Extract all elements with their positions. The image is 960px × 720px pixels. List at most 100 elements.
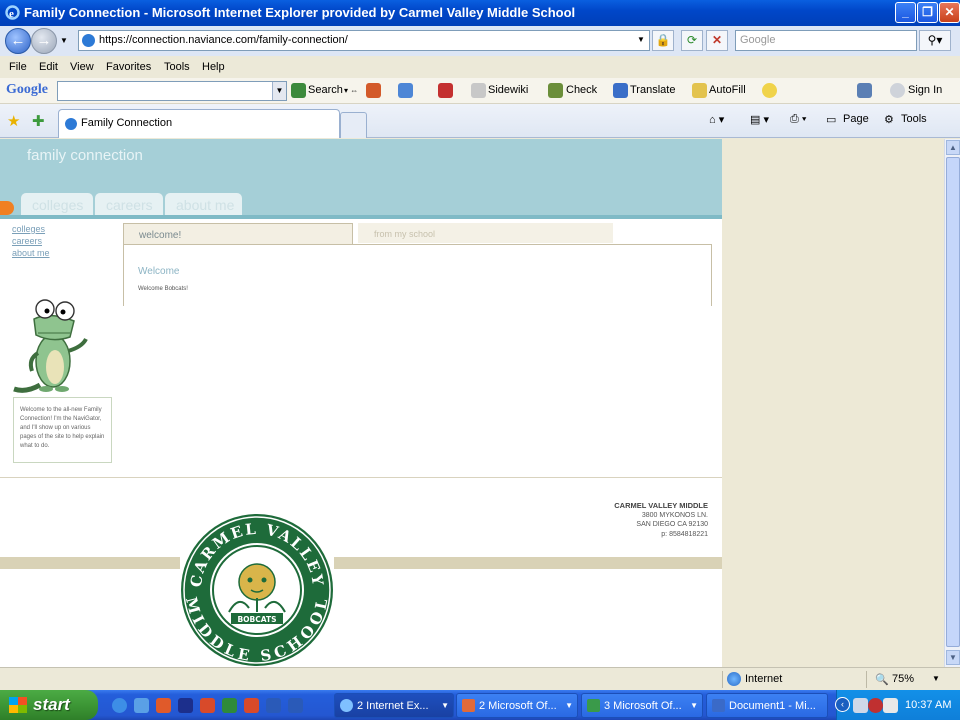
quicklaunch-app3-icon[interactable] xyxy=(200,698,215,713)
feeds-icon[interactable]: ▤ ▾ xyxy=(750,113,769,126)
site-header: family connection colleges careers about… xyxy=(0,139,722,219)
check-button[interactable]: Check xyxy=(566,84,597,96)
page-scrollbar[interactable]: ▲ ▼ xyxy=(944,139,960,667)
status-bar: Internet 🔍 75% ▼ xyxy=(0,667,960,690)
sidewiki-button[interactable]: Sidewiki xyxy=(488,84,528,96)
quicklaunch-powerpoint-icon[interactable] xyxy=(244,698,259,713)
print-icon[interactable]: ⎙ ▾ xyxy=(790,113,806,126)
side-links: colleges careers about me xyxy=(12,223,50,259)
welcome-heading: Welcome xyxy=(138,266,180,277)
side-link-colleges[interactable]: colleges xyxy=(12,223,50,235)
system-tray: ‹ 10:37 AM xyxy=(835,690,960,720)
close-button[interactable]: ✕ xyxy=(939,2,960,23)
school-name: CARMEL VALLEY MIDDLE xyxy=(614,501,708,510)
history-dropdown-icon[interactable]: ▼ xyxy=(60,36,68,45)
tab-welcome[interactable]: welcome! xyxy=(123,223,353,244)
scroll-up-arrow[interactable]: ▲ xyxy=(946,140,960,155)
page-menu[interactable]: Page xyxy=(843,113,869,125)
task-label: Document1 - Mi... xyxy=(729,700,816,712)
task-internet-explorer[interactable]: 2 Internet Ex... ▼ xyxy=(334,693,454,718)
minimize-button[interactable]: _ xyxy=(895,2,916,23)
refresh-icon[interactable]: ⟳ xyxy=(681,30,703,51)
menu-bar: File Edit View Favorites Tools Help xyxy=(0,56,960,78)
tab-family-connection[interactable]: Family Connection xyxy=(58,109,340,138)
quicklaunch-excel-icon[interactable] xyxy=(222,698,237,713)
tray-volume-icon[interactable] xyxy=(883,698,898,713)
tray-expand-icon[interactable]: ‹ xyxy=(835,697,850,712)
tray-security-icon[interactable] xyxy=(868,698,883,713)
school-address: CARMEL VALLEY MIDDLE 3800 MYKONOS LN. SA… xyxy=(560,501,708,539)
zoom-level[interactable]: 75% xyxy=(892,673,914,685)
address-dropdown-icon[interactable]: ▼ xyxy=(632,30,650,51)
address-row: ← → ▼ https://connection.naviance.com/fa… xyxy=(0,26,960,56)
menu-view[interactable]: View xyxy=(70,61,94,73)
quicklaunch-app1-icon[interactable] xyxy=(156,698,171,713)
footer-band-left xyxy=(0,557,180,569)
task-microsoft-office-1[interactable]: 2 Microsoft Of... ▼ xyxy=(456,693,578,718)
forward-button[interactable]: → xyxy=(31,28,57,54)
bookmark-icon[interactable] xyxy=(366,83,381,98)
task-microsoft-office-2[interactable]: 3 Microsoft Of... ▼ xyxy=(581,693,703,718)
quicklaunch-word-icon[interactable] xyxy=(266,698,281,713)
internet-globe-icon xyxy=(727,672,741,686)
google-search-input[interactable] xyxy=(57,81,287,101)
wrench-icon[interactable] xyxy=(857,83,872,98)
stop-icon[interactable]: ✕ xyxy=(706,30,728,51)
orange-side-tab[interactable] xyxy=(0,201,14,215)
zoom-dropdown-icon[interactable]: ▼ xyxy=(932,674,940,683)
popup-blocker-icon[interactable] xyxy=(438,83,453,98)
plus-icon[interactable] xyxy=(398,83,413,98)
home-icon[interactable]: ⌂ ▾ xyxy=(709,113,724,126)
translate-button[interactable]: Translate xyxy=(630,84,675,96)
tab-from-my-school[interactable]: from my school xyxy=(358,223,613,243)
quicklaunch-browser-icon[interactable] xyxy=(134,698,149,713)
maximize-button[interactable]: ❐ xyxy=(917,2,938,23)
search-input[interactable]: Google xyxy=(735,30,917,51)
nav-underline xyxy=(0,215,722,219)
favorites-star-icon[interactable]: ★ xyxy=(7,112,20,130)
quicklaunch-desktop-icon[interactable] xyxy=(288,698,303,713)
scroll-thumb[interactable] xyxy=(946,157,960,647)
svg-text:e: e xyxy=(9,8,14,20)
search-go-icon[interactable]: ⚲▾ xyxy=(919,30,951,51)
side-link-careers[interactable]: careers xyxy=(12,235,50,247)
windows-flag-icon xyxy=(9,697,27,713)
quicklaunch-app2-icon[interactable] xyxy=(178,698,193,713)
scroll-down-arrow[interactable]: ▼ xyxy=(946,650,960,665)
autofill-button[interactable]: AutoFill xyxy=(709,84,746,96)
tab-row: ★ ✚ Family Connection ⌂ ▾ ▤ ▾ ⎙ ▾ ▭ Page… xyxy=(0,104,960,138)
address-input[interactable]: https://connection.naviance.com/family-c… xyxy=(78,30,650,51)
menu-help[interactable]: Help xyxy=(202,61,225,73)
lock-icon[interactable]: 🔒 xyxy=(652,30,674,51)
menu-tools[interactable]: Tools xyxy=(164,61,190,73)
start-button[interactable]: start xyxy=(0,690,98,720)
tray-network-icon[interactable] xyxy=(853,698,868,713)
nav-tab-about-me[interactable]: about me xyxy=(165,193,242,216)
tab-label: Family Connection xyxy=(81,117,173,129)
taskbar: start 2 Internet Ex... ▼ 2 Microsoft Of.… xyxy=(0,690,960,720)
search-dropdown-icon[interactable]: ▾ ⇔ xyxy=(344,86,358,95)
menu-favorites[interactable]: Favorites xyxy=(106,61,151,73)
google-search-button[interactable]: Search xyxy=(308,84,343,96)
google-search-dropdown-icon[interactable]: ▼ xyxy=(272,82,286,100)
quicklaunch-ie-icon[interactable] xyxy=(112,698,127,713)
school-street: 3800 MYKONOS LN. xyxy=(641,511,708,519)
page-right-background xyxy=(722,139,944,667)
menu-file[interactable]: File xyxy=(9,61,27,73)
task-excel-icon xyxy=(587,699,600,712)
page-content: family connection colleges careers about… xyxy=(0,139,944,667)
page-favicon-icon xyxy=(82,34,95,47)
side-link-about-me[interactable]: about me xyxy=(12,247,50,259)
new-tab-button[interactable] xyxy=(340,112,367,138)
sign-in-button[interactable]: Sign In xyxy=(908,84,942,96)
clock: 10:37 AM xyxy=(905,699,952,711)
menu-edit[interactable]: Edit xyxy=(39,61,58,73)
task-document1[interactable]: Document1 - Mi... xyxy=(706,693,828,718)
back-button[interactable]: ← xyxy=(5,28,31,54)
ie-logo-icon: e xyxy=(5,5,20,20)
nav-tab-careers[interactable]: careers xyxy=(95,193,163,216)
highlight-icon[interactable] xyxy=(762,83,777,98)
nav-tab-colleges[interactable]: colleges xyxy=(21,193,93,216)
tools-menu[interactable]: Tools xyxy=(901,113,927,125)
add-favorites-icon[interactable]: ✚ xyxy=(32,112,45,130)
